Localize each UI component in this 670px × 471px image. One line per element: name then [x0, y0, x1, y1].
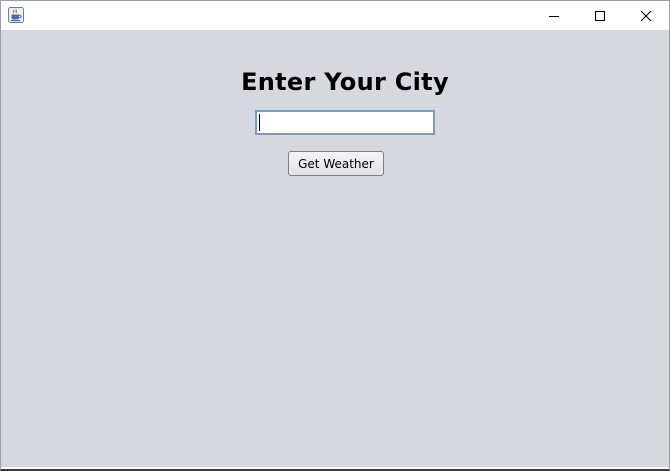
title-bar[interactable] — [1, 1, 669, 30]
city-input[interactable] — [255, 110, 435, 135]
get-weather-button[interactable]: Get Weather — [288, 151, 384, 176]
text-caret — [259, 114, 260, 131]
content-panel: Enter Your City Get Weather — [1, 30, 669, 467]
minimize-button[interactable] — [531, 1, 577, 30]
maximize-button[interactable] — [577, 1, 623, 30]
close-button[interactable] — [623, 1, 669, 30]
enter-city-heading: Enter Your City — [241, 68, 449, 96]
app-window: Enter Your City Get Weather — [0, 0, 670, 471]
close-icon — [640, 10, 652, 21]
java-app-icon[interactable] — [8, 7, 24, 23]
minimize-icon — [549, 15, 559, 17]
maximize-icon — [595, 10, 605, 21]
